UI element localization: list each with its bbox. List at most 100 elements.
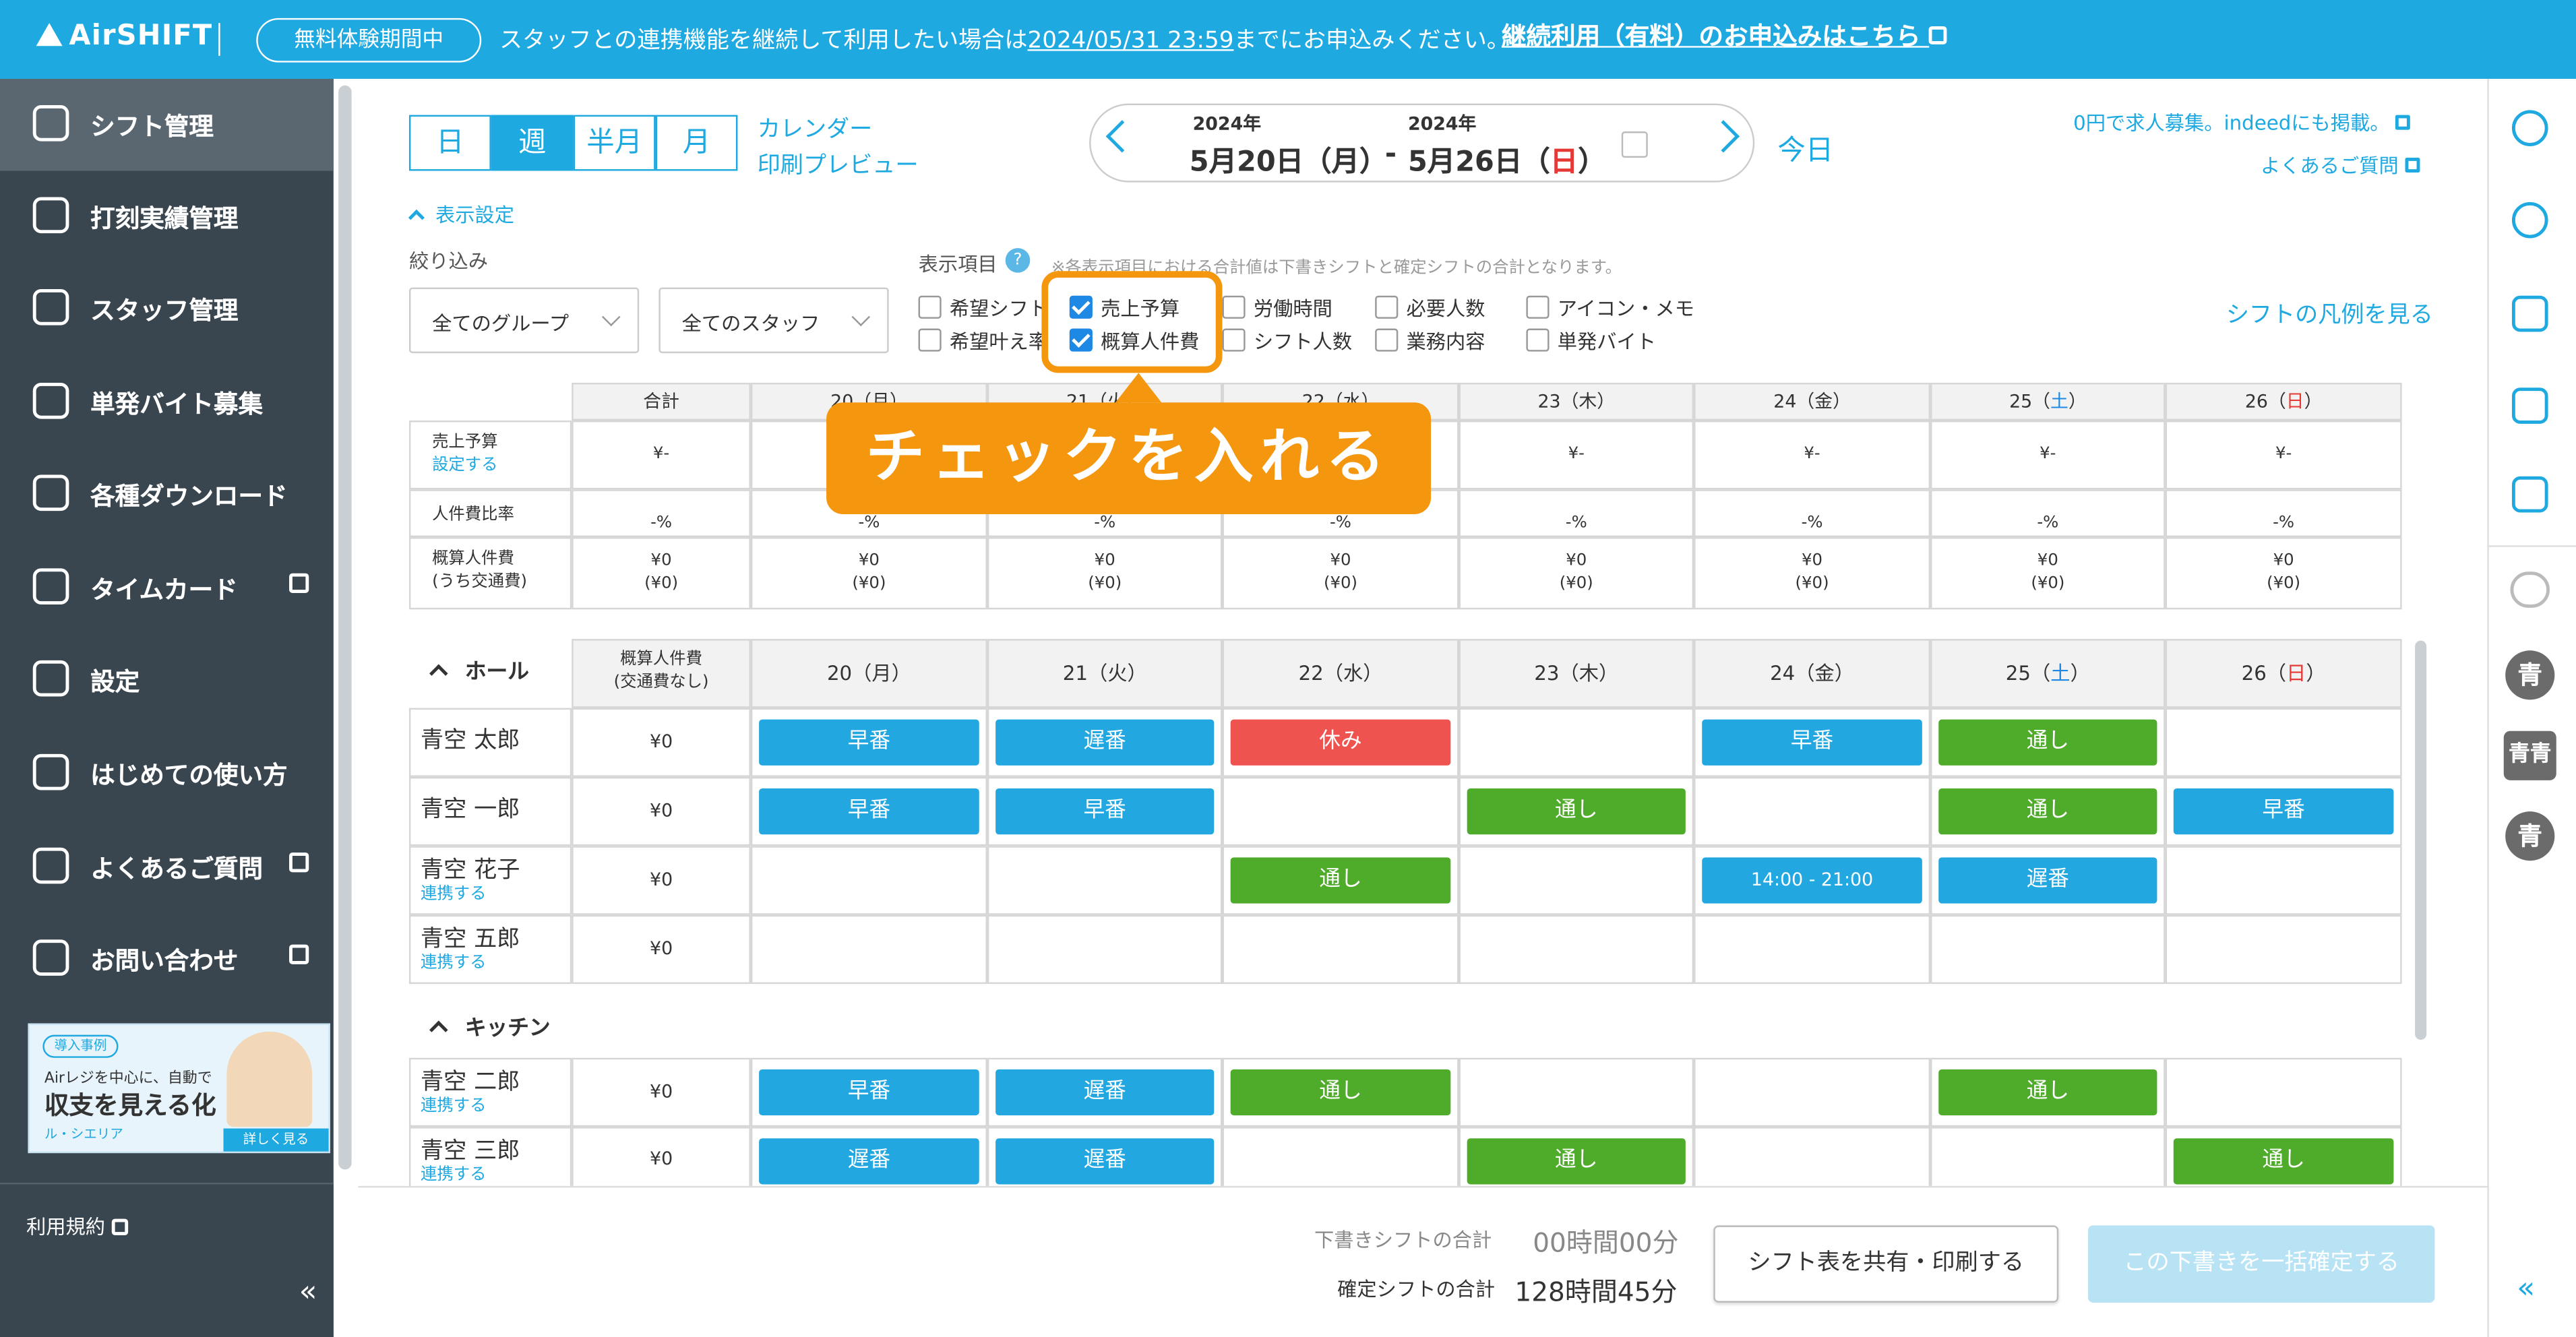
- checkbox-5[interactable]: [1222, 328, 1246, 352]
- shift-cell[interactable]: [1694, 914, 1931, 985]
- sidebar-item-9[interactable]: お問い合わせ: [0, 913, 334, 1005]
- shift-block[interactable]: 早番: [759, 788, 979, 835]
- info-icon[interactable]: [2511, 110, 2548, 146]
- shift-cell[interactable]: [1459, 846, 1694, 915]
- shift-cell[interactable]: [1930, 1127, 2166, 1193]
- shift-block[interactable]: 遅番: [995, 1138, 1215, 1185]
- shift-check-icon[interactable]: [2511, 295, 2548, 332]
- continue-subscription-link[interactable]: 継続利用（有料）のお申込みはこちら: [1502, 18, 1948, 53]
- staff-select[interactable]: 全てのスタッフ: [658, 287, 889, 354]
- view-tab-1[interactable]: 週: [491, 115, 574, 171]
- checkbox-1[interactable]: [918, 328, 942, 352]
- promo-more-button[interactable]: 詳しく見る: [223, 1128, 329, 1152]
- shift-block[interactable]: 通し: [1230, 1069, 1451, 1116]
- shift-block[interactable]: 14:00 - 21:00: [1702, 857, 1922, 904]
- shift-block[interactable]: 通し: [1938, 788, 2157, 835]
- shift-cell[interactable]: [1459, 914, 1694, 985]
- calendar-preview-link-1[interactable]: カレンダー: [758, 112, 873, 145]
- view-tab-3[interactable]: 月: [655, 115, 738, 171]
- link-staff-link[interactable]: 連携する: [421, 1096, 570, 1119]
- sidebar-item-1[interactable]: 打刻実績管理: [0, 171, 334, 263]
- link-staff-link[interactable]: 連携する: [421, 883, 570, 906]
- shift-block[interactable]: 通し: [1230, 857, 1451, 904]
- group-header-hall[interactable]: ホール: [425, 654, 529, 685]
- shift-cell[interactable]: [2165, 708, 2402, 777]
- shift-cell[interactable]: [1459, 1057, 1694, 1127]
- staff-name-cell[interactable]: 青空 花子 連携する: [408, 846, 572, 915]
- view-tab-2[interactable]: 半月: [573, 115, 656, 171]
- staff-name-cell[interactable]: 青空 一郎: [408, 776, 572, 846]
- shift-cell[interactable]: [1694, 1127, 1931, 1193]
- shift-cell[interactable]: [750, 846, 987, 915]
- share-print-button[interactable]: シフト表を共有・印刷する: [1713, 1225, 2059, 1303]
- shift-block[interactable]: 早番: [2173, 788, 2394, 835]
- sidebar-item-4[interactable]: 各種ダウンロード: [0, 448, 334, 540]
- sidebar-item-2[interactable]: スタッフ管理: [0, 263, 334, 355]
- sidebar-item-6[interactable]: 設定: [0, 634, 334, 726]
- date-from[interactable]: 5月20日（月）: [1190, 138, 1388, 179]
- group-select[interactable]: 全てのグループ: [408, 287, 640, 354]
- staff-avatar[interactable]: 青青: [2503, 730, 2556, 780]
- shift-cell[interactable]: [2165, 914, 2402, 985]
- terms-link[interactable]: 利用規約: [26, 1212, 128, 1240]
- shift-cell[interactable]: [750, 914, 987, 985]
- link-staff-link[interactable]: 連携する: [421, 953, 570, 976]
- shift-cell[interactable]: [987, 914, 1223, 985]
- shift-cell[interactable]: [987, 846, 1223, 915]
- today-button[interactable]: 今日: [1777, 127, 1833, 168]
- group-header-kitchen[interactable]: キッチン: [425, 1010, 551, 1041]
- shift-block[interactable]: 早番: [759, 1069, 979, 1116]
- shift-block[interactable]: 遅番: [1938, 857, 2157, 904]
- sidebar-item-5[interactable]: タイムカード: [0, 542, 334, 634]
- shift-block[interactable]: 通し: [1938, 1069, 2157, 1116]
- staff-avatar[interactable]: 青: [2505, 650, 2555, 700]
- checkbox-7[interactable]: [1375, 328, 1399, 352]
- set-budget-link[interactable]: 設定する: [432, 455, 570, 478]
- staff-name-cell[interactable]: 青空 太郎: [408, 708, 572, 777]
- calendar-icon[interactable]: [1621, 131, 1648, 158]
- indeed-link[interactable]: 0円で求人募集。indeedにも掲載。: [2073, 108, 2411, 136]
- sidebar-scrollbar[interactable]: [338, 85, 352, 1170]
- sidebar-item-3[interactable]: 単発バイト募集: [0, 356, 334, 449]
- checkbox-4[interactable]: [1222, 295, 1246, 319]
- shift-block[interactable]: 通し: [1467, 788, 1686, 835]
- checkbox-8[interactable]: [1526, 295, 1550, 319]
- shift-block[interactable]: 通し: [2173, 1138, 2394, 1185]
- staff-name-cell[interactable]: 青空 三郎 連携する: [408, 1127, 572, 1193]
- shift-block[interactable]: 遅番: [995, 1069, 1215, 1116]
- calendar-preview-link-2[interactable]: 印刷プレビュー: [758, 148, 919, 181]
- attendance-icon[interactable]: [2511, 476, 2548, 513]
- faq-link[interactable]: よくあるご質問: [2261, 151, 2420, 179]
- view-tab-0[interactable]: 日: [408, 115, 491, 171]
- confirm-draft-button[interactable]: この下書きを一括確定する: [2088, 1225, 2435, 1303]
- add-user-icon[interactable]: [2511, 201, 2548, 239]
- shift-request-icon[interactable]: [2511, 387, 2548, 424]
- sidebar-item-0[interactable]: シフト管理: [0, 79, 334, 171]
- airshift-logo[interactable]: AirSHIFT: [36, 20, 213, 53]
- checkbox-9[interactable]: [1526, 328, 1550, 352]
- shift-block[interactable]: 遅番: [759, 1138, 979, 1185]
- shift-block[interactable]: 早番: [759, 719, 979, 766]
- shift-cell[interactable]: [1459, 708, 1694, 777]
- staff-name-cell[interactable]: 青空 二郎 連携する: [408, 1057, 572, 1127]
- shift-block[interactable]: 通し: [1467, 1138, 1686, 1185]
- chat-icon[interactable]: [2510, 571, 2550, 608]
- shift-block[interactable]: 早番: [995, 788, 1215, 835]
- shift-cell[interactable]: [1222, 776, 1459, 846]
- shift-block[interactable]: 通し: [1938, 719, 2157, 766]
- shift-cell[interactable]: [1694, 1057, 1931, 1127]
- help-icon[interactable]: ?: [1005, 248, 1031, 273]
- staff-name-cell[interactable]: 青空 五郎 連携する: [408, 914, 572, 985]
- promo-banner[interactable]: 導入事例 Airレジを中心に、自動で 収支を見える化 ル・シエリア 詳しく見る: [28, 1023, 330, 1154]
- shift-cell[interactable]: [2165, 1057, 2402, 1127]
- date-to[interactable]: 5月26日（日）: [1408, 138, 1606, 179]
- shift-cell[interactable]: [1222, 1127, 1459, 1193]
- shift-cell[interactable]: [2165, 846, 2402, 915]
- shift-cell[interactable]: [1694, 776, 1931, 846]
- shift-block[interactable]: 休み: [1230, 719, 1451, 766]
- sidebar-item-7[interactable]: はじめての使い方: [0, 728, 334, 820]
- table-scrollbar[interactable]: [2415, 640, 2427, 1040]
- shift-cell[interactable]: [1930, 914, 2166, 985]
- shift-legend-link[interactable]: シフトの凡例を見る: [2226, 297, 2433, 330]
- shift-block[interactable]: 遅番: [995, 719, 1215, 766]
